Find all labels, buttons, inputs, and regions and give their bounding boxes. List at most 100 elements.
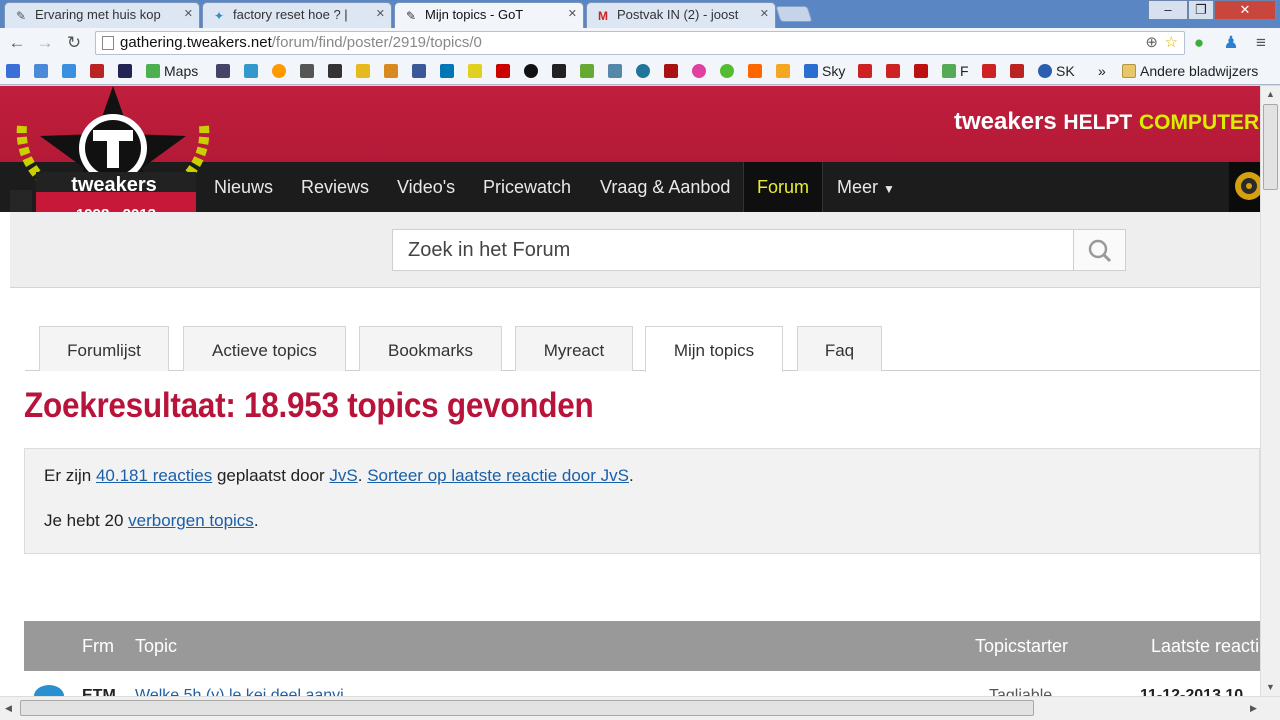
bookmark-sky[interactable]: Sky <box>804 62 845 80</box>
nav-forum[interactable]: Forum <box>743 162 823 212</box>
bookmark-ing-icon[interactable] <box>748 62 766 80</box>
bookmark-sk[interactable]: SK <box>1038 62 1075 80</box>
bookmark-tv-icon[interactable] <box>244 62 262 80</box>
other-bookmarks-folder[interactable]: Andere bladwijzers <box>1122 62 1258 80</box>
bookmark-red2-icon[interactable] <box>886 62 904 80</box>
nav-nieuws[interactable]: Nieuws <box>214 162 273 212</box>
reactions-link[interactable]: 40.181 reacties <box>96 466 212 485</box>
bookmark-maps[interactable]: Maps <box>146 62 198 80</box>
new-tab-button[interactable] <box>775 6 813 22</box>
bookmark-laptop-icon[interactable] <box>608 62 626 80</box>
bookmark-facebook-icon[interactable] <box>412 62 430 80</box>
tab-bookmarks[interactable]: Bookmarks <box>359 326 502 371</box>
row-forum: ETM <box>82 687 116 696</box>
bookmark-tools-icon[interactable] <box>300 62 318 80</box>
vertical-scroll-thumb[interactable] <box>1263 104 1278 190</box>
bookmark-alien-icon[interactable] <box>580 62 598 80</box>
forum-icon <box>34 685 64 696</box>
user-link[interactable]: JvS <box>329 466 357 485</box>
bookmark-sports-icon[interactable] <box>90 62 108 80</box>
nav-meer[interactable]: Meer ▼ <box>837 162 895 212</box>
reload-icon[interactable]: ↻ <box>63 32 85 54</box>
sort-link[interactable]: Sorteer op laatste reactie door JvS <box>367 466 629 485</box>
maximize-button[interactable]: ❐ <box>1188 0 1214 20</box>
tab-forumlijst[interactable]: Forumlijst <box>39 326 169 371</box>
bookmarks-overflow-button[interactable]: » <box>1098 62 1106 80</box>
close-window-button[interactable]: ✕ <box>1214 0 1276 20</box>
nav-reviews[interactable]: Reviews <box>301 162 369 212</box>
table-row[interactable]: ETM Welke 5h (y) le kei deel aanvi ... T… <box>24 671 1260 696</box>
browser-tab-1[interactable]: ✎ Ervaring met huis kop ✕ <box>4 2 200 28</box>
hidden-topics-link[interactable]: verborgen topics <box>128 511 254 530</box>
col-laatste-reactie[interactable]: Laatste reacti <box>1151 621 1259 671</box>
bookmark-news-icon[interactable] <box>118 62 136 80</box>
bookmark-orange-icon[interactable] <box>272 62 290 80</box>
tab-myreact[interactable]: Myreact <box>515 326 633 371</box>
bookmark-wordpress-icon[interactable] <box>636 62 654 80</box>
bookmark-gift-icon[interactable] <box>384 62 402 80</box>
star-icon[interactable]: ☆ <box>1165 32 1178 54</box>
bookmark-google-plus-icon[interactable] <box>6 62 24 80</box>
horizontal-scrollbar[interactable]: ◀ ▶ <box>0 696 1280 720</box>
forward-arrow-icon[interactable]: → <box>34 32 56 54</box>
close-tab-icon[interactable]: ✕ <box>376 7 385 20</box>
browser-tab-3[interactable]: ✎ Mijn topics - GoT ✕ <box>394 2 584 28</box>
bookmark-j-icon[interactable] <box>914 62 932 80</box>
horizontal-scroll-thumb[interactable] <box>20 700 1034 716</box>
search-button[interactable] <box>1073 229 1126 271</box>
tab-faq[interactable]: Faq <box>797 326 882 371</box>
menu-icon[interactable]: ≡ <box>1250 32 1272 54</box>
tab-actieve-topics[interactable]: Actieve topics <box>183 326 346 371</box>
close-tab-icon[interactable]: ✕ <box>760 7 769 20</box>
row-starter[interactable]: Tagliable <box>989 687 1052 696</box>
nav-vraag-aanbod[interactable]: Vraag & Aanbod <box>600 162 730 212</box>
browser-tab-2[interactable]: ✦ factory reset hoe ? | ✕ <box>202 2 392 28</box>
bookmark-nos-icon[interactable] <box>524 62 542 80</box>
scroll-left-icon[interactable]: ◀ <box>5 703 12 714</box>
tab-mijn-topics[interactable]: Mijn topics <box>645 326 783 372</box>
disc-icon[interactable] <box>1229 162 1260 212</box>
row-topic-link[interactable]: Welke 5h (y) le kei deel aanvi ... <box>135 687 361 696</box>
close-tab-icon[interactable]: ✕ <box>568 7 577 20</box>
bookmark-play-icon[interactable] <box>496 62 514 80</box>
bookmark-linkedin-icon[interactable] <box>440 62 458 80</box>
tweakers-favicon-icon: ✎ <box>405 9 417 23</box>
bookmark-pencil-icon[interactable] <box>62 62 80 80</box>
extension-leaf-icon[interactable]: ● <box>1188 32 1210 54</box>
scroll-down-icon[interactable]: ▼ <box>1266 682 1275 692</box>
gmail-favicon-icon: M <box>598 9 608 23</box>
zoom-icon[interactable]: ⊕ <box>1145 32 1158 54</box>
bookmark-hd-icon[interactable] <box>216 62 234 80</box>
nav-videos[interactable]: Video's <box>397 162 455 212</box>
bookmark-imdb-icon[interactable] <box>356 62 374 80</box>
col-topicstarter[interactable]: Topicstarter <box>975 621 1068 671</box>
bookmark-red1-icon[interactable] <box>858 62 876 80</box>
minimize-button[interactable]: – <box>1148 0 1188 20</box>
banner-slogan[interactable]: tweakers HELPT COMPUTER <box>954 108 1259 136</box>
bookmark-pink-icon[interactable] <box>692 62 710 80</box>
nav-pricewatch[interactable]: Pricewatch <box>483 162 571 212</box>
bookmark-9-icon[interactable] <box>34 62 52 80</box>
col-topic[interactable]: Topic <box>135 621 177 671</box>
bookmark-f[interactable]: F <box>942 62 969 80</box>
bookmark-car-icon[interactable] <box>328 62 346 80</box>
page-viewport: tweakers HELPT COMPUTER Nieuws Reviews V… <box>0 86 1260 696</box>
extension-person-icon[interactable]: ♟ <box>1220 32 1242 54</box>
address-bar[interactable]: gathering.tweakers.net/forum/find/poster… <box>95 31 1185 55</box>
bookmark-sports2-icon[interactable] <box>1010 62 1028 80</box>
browser-tab-4[interactable]: M Postvak IN (2) - joost ✕ <box>586 2 776 28</box>
bookmark-rk-icon[interactable] <box>552 62 570 80</box>
bookmark-za-icon[interactable] <box>664 62 682 80</box>
vertical-scrollbar[interactable]: ▲ ▼ <box>1260 86 1280 696</box>
folder-icon <box>1122 64 1136 78</box>
back-arrow-icon[interactable]: ← <box>6 32 28 54</box>
bookmark-green-icon[interactable] <box>720 62 738 80</box>
close-tab-icon[interactable]: ✕ <box>184 7 193 20</box>
forum-search-input[interactable]: Zoek in het Forum <box>392 229 1126 271</box>
col-frm[interactable]: Frm <box>82 621 114 671</box>
scroll-right-icon[interactable]: ▶ <box>1250 703 1257 714</box>
bookmark-star-icon[interactable] <box>468 62 486 80</box>
bookmark-r-icon[interactable] <box>982 62 1000 80</box>
scroll-up-icon[interactable]: ▲ <box>1266 89 1275 99</box>
bookmark-amazon-icon[interactable] <box>776 62 794 80</box>
